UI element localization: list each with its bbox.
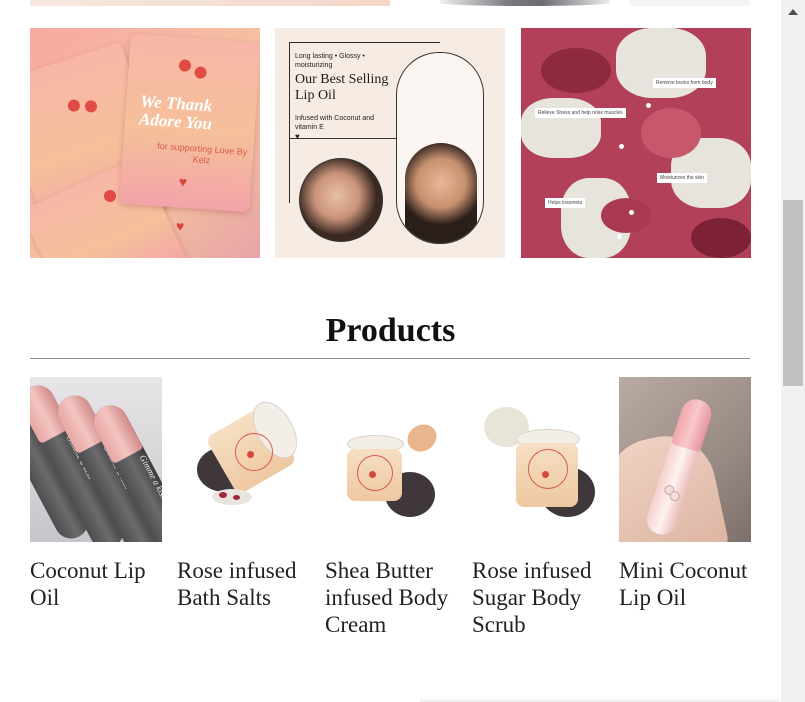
ad-tagline: Long lasting • Glossy • moisturizing [295, 53, 365, 69]
cherry-icon [104, 190, 116, 202]
product-name[interactable]: Mini Coconut Lip Oil [619, 557, 751, 611]
thank-you-card: We Thank Adore You for supporting Love B… [119, 33, 260, 213]
gallery-image-partial[interactable] [440, 0, 610, 6]
callout-dot [619, 144, 624, 149]
cream-swatch [402, 419, 442, 457]
rose-bit [219, 492, 227, 498]
card-headline: We Thank Adore You [138, 91, 213, 134]
rose-petal [691, 218, 751, 258]
product-image[interactable] [472, 377, 604, 542]
callout-dot [617, 234, 622, 239]
cherry-icon [542, 471, 549, 478]
product-name[interactable]: Rose infused Bath Salts [177, 557, 309, 611]
gallery-image-thank-you-cards[interactable]: We Thank Adore You for supporting Love B… [30, 28, 260, 258]
cherry-icon [83, 98, 99, 114]
product-name[interactable]: Rose infused Sugar Body Scrub [472, 557, 604, 638]
product-grid: Gimme a kiss Gimme a kiss Gimme a kiss G… [30, 377, 751, 657]
cherry-icon [66, 98, 82, 114]
salt-spill [212, 489, 252, 505]
product-image[interactable] [325, 377, 457, 542]
product-card-bath-salts[interactable]: Rose infused Bath Salts [177, 377, 309, 611]
gallery-image-partial[interactable] [630, 0, 750, 6]
product-image[interactable] [177, 377, 309, 542]
heart-icon: ♥ [176, 220, 185, 235]
ad-divider [289, 138, 397, 139]
ad-description: Infused with Coconut and vitamin E [295, 115, 374, 131]
previous-gallery-row [30, 0, 750, 8]
product-name[interactable]: Coconut Lip Oil [30, 557, 162, 611]
salt-crystal [521, 98, 601, 158]
rose-petal [641, 108, 701, 158]
arch-photo [396, 52, 484, 244]
callout-dot [646, 103, 651, 108]
gallery-image-partial[interactable] [30, 0, 390, 6]
product-image[interactable] [619, 377, 751, 542]
product-image[interactable]: Gimme a kiss Gimme a kiss Gimme a kiss G… [30, 377, 162, 542]
benefit-callout: Relieve Stress and help relax muscles [535, 108, 626, 118]
cherry-icon [194, 66, 207, 80]
triangle-up-icon[interactable] [781, 0, 805, 24]
card-subtext: for supporting Love By Kelz [156, 140, 248, 166]
gallery-image-lip-oil-ad[interactable]: Long lasting • Glossy • moisturizing Our… [275, 28, 505, 258]
product-card-mini-lip-oil[interactable]: Mini Coconut Lip Oil [619, 377, 751, 611]
model-photo [405, 143, 477, 243]
rose-petal [601, 198, 651, 233]
footer-shadow [420, 698, 780, 702]
product-card-sugar-scrub[interactable]: Rose infused Sugar Body Scrub [472, 377, 604, 638]
vertical-scrollbar[interactable] [781, 0, 805, 702]
cherry-icon [369, 471, 376, 478]
heading-divider [30, 358, 750, 359]
gallery-image-rose-salt-benefits[interactable]: Remove toxins from body Relieve Stress a… [521, 28, 751, 258]
callout-dot [629, 210, 634, 215]
circle-model-photo [299, 158, 383, 242]
product-card-body-cream[interactable]: Shea Butter infused Body Cream [325, 377, 457, 638]
jar-label [528, 449, 568, 489]
cherry-icon [247, 451, 254, 458]
benefit-callout: Helps insomnia [545, 198, 586, 208]
heart-icon: ♥ [178, 175, 188, 191]
product-card-coconut-lip-oil[interactable]: Gimme a kiss Gimme a kiss Gimme a kiss G… [30, 377, 162, 611]
product-name[interactable]: Shea Butter infused Body Cream [325, 557, 457, 638]
rose-bit [233, 495, 240, 500]
benefit-callout: Moisturizes the skin [657, 173, 707, 183]
instagram-gallery: We Thank Adore You for supporting Love B… [30, 28, 751, 258]
scrollbar-thumb[interactable] [783, 200, 803, 386]
benefit-callout: Remove toxins from body [653, 78, 716, 88]
heart-icon: ♥ [295, 132, 300, 141]
ad-title: Our Best Selling Lip Oil [295, 72, 389, 103]
cherry-icon [178, 59, 192, 72]
rose-petal [541, 48, 611, 93]
jar-label [235, 433, 273, 471]
products-heading: Products [325, 312, 456, 349]
